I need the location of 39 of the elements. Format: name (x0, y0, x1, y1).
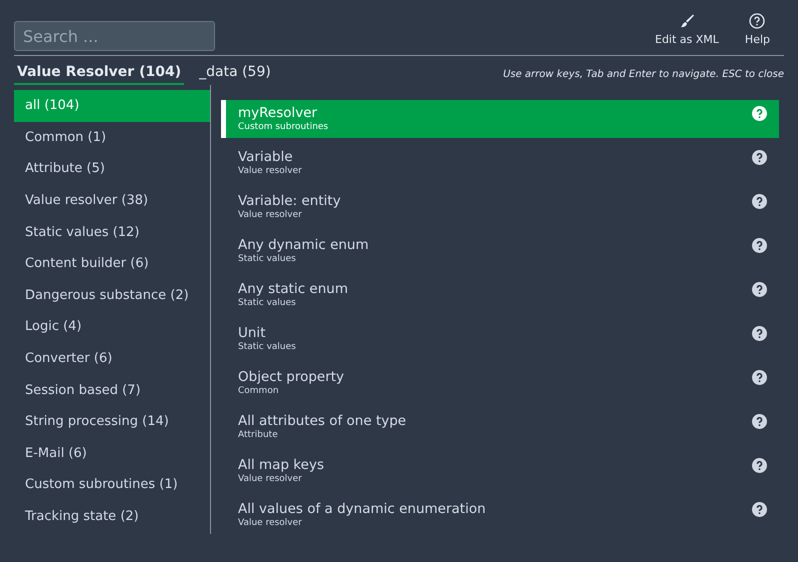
brush-icon (678, 12, 695, 28)
result-item[interactable]: Any static enum Static values (221, 276, 779, 320)
category-item[interactable]: Attribute (5) (14, 153, 210, 185)
category-item[interactable]: Session based (7) (14, 374, 210, 406)
category-item[interactable]: Custom subroutines (1) (14, 469, 210, 501)
category-item[interactable]: Content builder (6) (14, 248, 210, 280)
help-icon[interactable] (752, 194, 767, 209)
toolbar-button[interactable]: Edit as XML (649, 8, 725, 50)
tab[interactable]: _data (59) (196, 64, 274, 85)
category-item[interactable]: Value resolver (38) (14, 184, 210, 216)
result-item[interactable]: Object property Common (221, 364, 779, 408)
category-item[interactable]: Dangerous substance (2) (14, 280, 210, 312)
help-icon[interactable] (752, 326, 767, 341)
category-item[interactable]: Tracking state (2) (14, 500, 210, 532)
help-icon[interactable] (752, 282, 767, 297)
category-item[interactable]: Logic (4) (14, 311, 210, 343)
help-icon[interactable] (752, 458, 767, 473)
category-item[interactable]: Static values (12) (14, 216, 210, 248)
search-field[interactable]: Search ... (14, 21, 215, 51)
help-icon[interactable] (752, 370, 767, 385)
category-item[interactable]: String processing (14) (14, 406, 210, 438)
category-item[interactable]: E-Mail (6) (14, 438, 210, 470)
result-item[interactable]: All values of a dynamic enumeration Value resolver (221, 496, 779, 540)
result-item[interactable]: Variable Value resolver (221, 144, 779, 188)
category-item[interactable]: Common (1) (14, 122, 210, 154)
help-icon[interactable] (752, 414, 767, 429)
result-item[interactable]: All attributes of one type Attribute (221, 408, 779, 452)
help-icon[interactable] (752, 502, 767, 517)
help-icon (749, 12, 766, 28)
category-item[interactable]: Converter (6) (14, 342, 210, 374)
result-item[interactable]: Unit Static values (221, 320, 779, 364)
result-item[interactable]: Variable: entity Value resolver (221, 188, 779, 232)
tab[interactable]: Value Resolver (104) (14, 64, 184, 85)
toolbar-button[interactable]: Help (738, 8, 776, 50)
result-item[interactable]: All map keys Value resolver (221, 452, 779, 496)
help-icon[interactable] (752, 150, 767, 165)
help-icon[interactable] (752, 238, 767, 253)
result-item[interactable]: Any dynamic enum Static values (221, 232, 779, 276)
keyboard-hint: Use arrow keys, Tab and Enter to navigate. ESC to close (503, 69, 784, 82)
